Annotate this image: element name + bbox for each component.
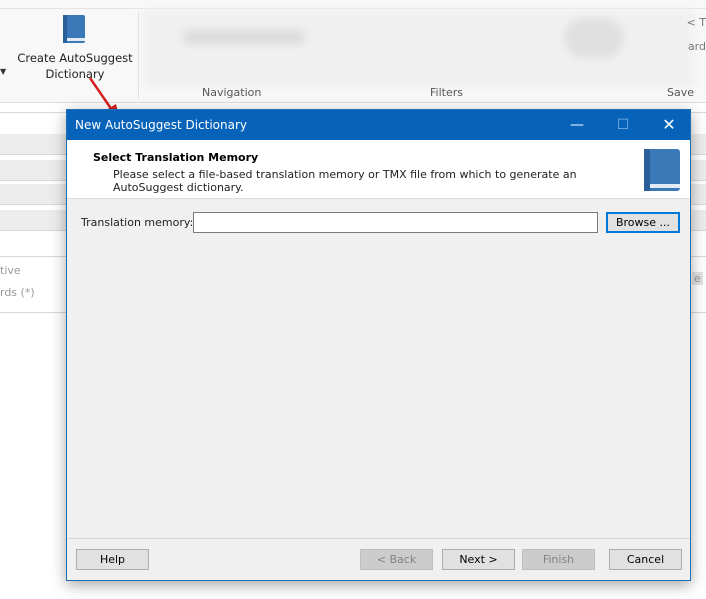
wizard-header: Select Translation Memory Please select … <box>67 140 690 199</box>
panel-row <box>0 160 66 181</box>
browse-button[interactable]: Browse ... <box>606 212 680 233</box>
cancel-button[interactable]: Cancel <box>609 549 682 570</box>
close-icon[interactable]: ✕ <box>646 110 692 140</box>
dialog-titlebar[interactable]: New AutoSuggest Dictionary — ☐ ✕ <box>67 110 690 140</box>
create-button-label-line1: Create AutoSuggest <box>17 51 133 65</box>
group-label-navigation: Navigation <box>202 86 262 99</box>
background-option-label: rds (*) <box>0 286 35 299</box>
panel-row <box>0 184 66 205</box>
book-icon <box>644 149 680 191</box>
group-label-filters: Filters <box>430 86 463 99</box>
panel-row <box>0 210 66 231</box>
background-button[interactable]: e <box>692 272 703 285</box>
blurred-ribbon-area <box>144 10 694 88</box>
back-button: < Back <box>360 549 433 570</box>
panel-row-right <box>690 184 706 205</box>
maximize-icon: ☐ <box>616 117 630 133</box>
ribbon-clipped-text-2: ard <box>687 40 706 53</box>
panel-row-right <box>690 160 706 181</box>
panel-row-right <box>690 210 706 231</box>
dialog-title: New AutoSuggest Dictionary <box>75 118 248 132</box>
next-button[interactable]: Next > <box>442 549 515 570</box>
dropdown-arrow-icon[interactable]: ▼ <box>0 67 6 76</box>
ribbon-top-divider <box>0 8 706 9</box>
minimize-icon[interactable]: — <box>554 110 600 140</box>
finish-button: Finish <box>522 549 595 570</box>
group-label-save: Save <box>667 86 695 99</box>
translation-memory-input[interactable] <box>193 212 598 233</box>
help-button[interactable]: Help <box>76 549 149 570</box>
wizard-step-title: Select Translation Memory <box>93 151 259 164</box>
wizard-step-description: Please select a file-based translation m… <box>113 168 577 194</box>
new-autosuggest-dictionary-dialog: New AutoSuggest Dictionary — ☐ ✕ Select … <box>66 109 691 581</box>
panel-row <box>0 134 66 155</box>
translation-memory-label: Translation memory: <box>81 216 194 229</box>
panel-row-right <box>690 134 706 155</box>
ribbon-separator <box>138 12 139 98</box>
background-option-label: tive <box>0 264 21 277</box>
ribbon-clipped-text-1: < T <box>686 16 706 29</box>
footer-separator <box>67 538 690 539</box>
book-icon <box>63 15 85 43</box>
